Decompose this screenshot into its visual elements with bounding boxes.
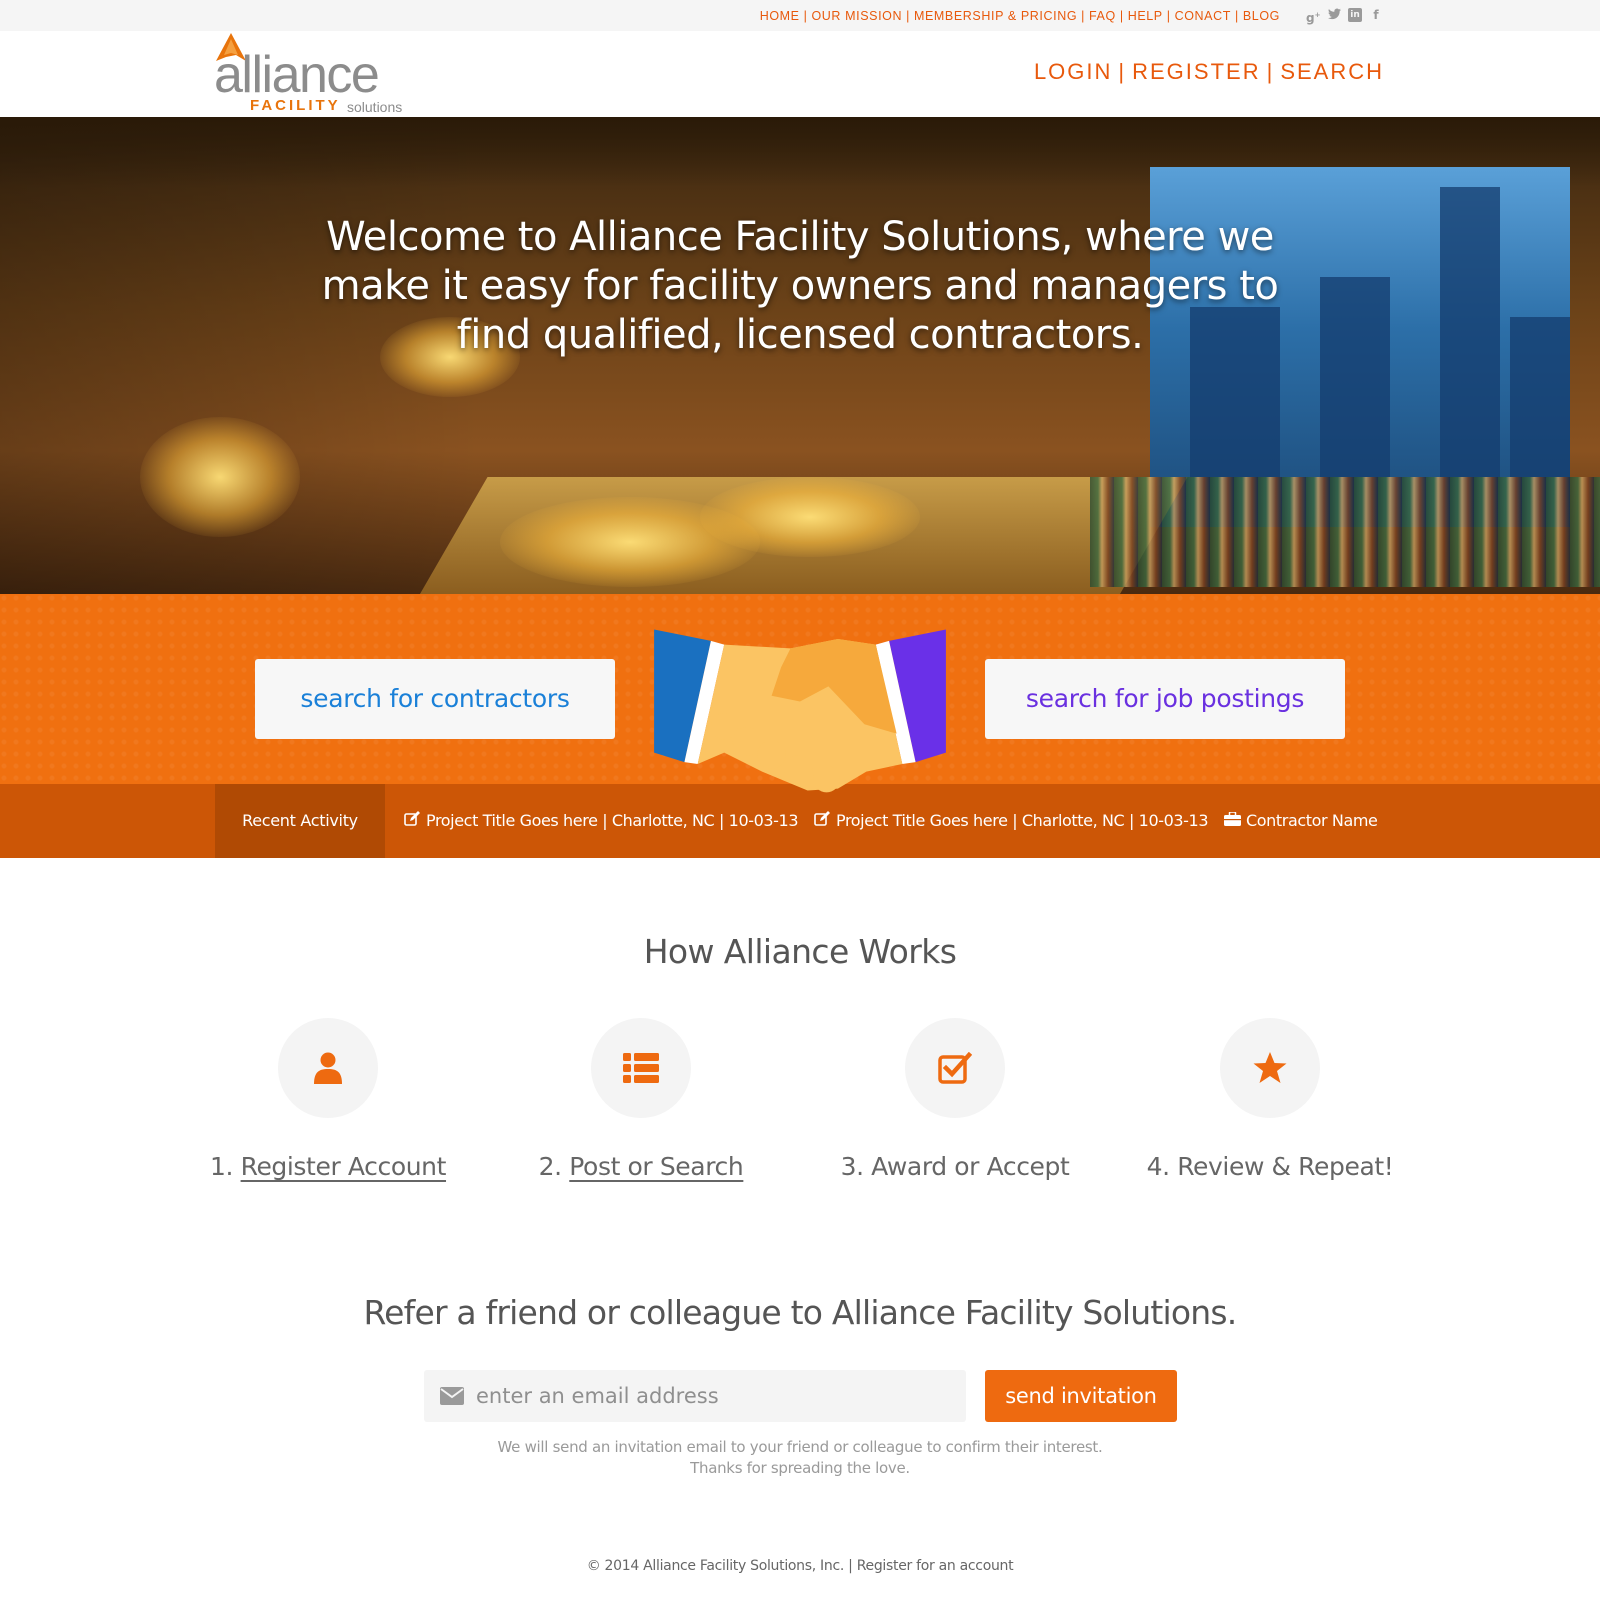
google-plus-icon[interactable]: g+ (1306, 8, 1320, 25)
site-footer: © 2014 Alliance Facility Solutions, Inc.… (586, 1558, 1014, 1574)
facebook-icon[interactable]: f (1369, 8, 1383, 22)
site-logo[interactable]: alliance FACILITY solutions (214, 33, 424, 115)
register-link[interactable]: REGISTER (1132, 59, 1260, 84)
logo-wordmark: alliance (214, 46, 380, 104)
review-and-repeat-label: Review & Repeat! (1177, 1152, 1394, 1181)
recent-activity-label: Recent Activity (215, 784, 385, 858)
top-nav-membership-pricing[interactable]: MEMBERSHIP & PRICING (914, 9, 1077, 23)
site-header: alliance FACILITY solutions LOGIN | REGIST… (0, 31, 1600, 117)
step-review-and-repeat: 4. Review & Repeat! (1120, 1018, 1420, 1181)
envelope-icon (440, 1387, 464, 1405)
top-nav-help[interactable]: HELP (1128, 9, 1163, 23)
refer-note: We will send an invitation email to your… (497, 1438, 1103, 1477)
activity-item-text: Contractor Name (1246, 811, 1378, 830)
list-icon (623, 1053, 659, 1083)
step-icon-circle (1220, 1018, 1320, 1118)
top-nav-blog[interactable]: BLOG (1243, 9, 1280, 23)
twitter-icon[interactable] (1327, 8, 1341, 22)
search-contractors-button[interactable]: search for contractors (255, 659, 615, 739)
hero-bottle-shelf (1090, 477, 1600, 587)
top-nav-contact[interactable]: CONACT (1175, 9, 1231, 23)
logo-facility: FACILITY (250, 97, 341, 114)
main-nav: LOGIN | REGISTER | SEARCH (1033, 59, 1384, 84)
activity-item[interactable]: Contractor Name (1224, 784, 1378, 858)
activity-item-text: Project Title Goes here | Charlotte, NC … (426, 811, 799, 830)
top-nav-our-mission[interactable]: OUR MISSION (811, 9, 902, 23)
step-post-or-search: 2. Post or Search (491, 1018, 791, 1181)
step-award-or-accept: 3. Award or Accept (805, 1018, 1105, 1181)
login-link[interactable]: LOGIN (1034, 59, 1112, 84)
how-it-works-title: How Alliance Works (643, 932, 957, 971)
email-input[interactable] (476, 1370, 956, 1422)
step-icon-circle (591, 1018, 691, 1118)
hero-headline: Welcome to Alliance Facility Solutions, … (321, 214, 1279, 358)
step-icon-circle (905, 1018, 1005, 1118)
edit-icon (404, 784, 422, 858)
top-nav-faq[interactable]: FAQ (1089, 9, 1116, 23)
hero-banner: Welcome to Alliance Facility Solutions, … (0, 117, 1600, 594)
send-invitation-button[interactable]: send invitation (985, 1370, 1177, 1422)
search-job-postings-button[interactable]: search for job postings (985, 659, 1345, 739)
search-link[interactable]: SEARCH (1280, 59, 1384, 84)
copyright-text: © 2014 Alliance Facility Solutions, Inc. (586, 1558, 845, 1574)
checkbox-icon (938, 1052, 972, 1084)
top-nav: HOME | OUR MISSION | MEMBERSHIP & PRICING | FA… (759, 9, 1280, 23)
linkedin-icon[interactable]: in (1348, 8, 1362, 22)
user-icon (314, 1052, 342, 1084)
email-field-wrapper (424, 1370, 966, 1422)
post-or-search-link[interactable]: Post or Search (569, 1152, 743, 1181)
star-icon (1253, 1052, 1287, 1083)
step-icon-circle (278, 1018, 378, 1118)
register-account-footer-link[interactable]: Register for an account (857, 1558, 1014, 1574)
award-or-accept-label: Award or Accept (871, 1152, 1070, 1181)
handshake-icon (654, 629, 946, 793)
top-utility-bar: HOME | OUR MISSION | MEMBERSHIP & PRICING | FA… (0, 0, 1600, 31)
logo-solutions: solutions (347, 99, 403, 115)
social-links: g+ in f (1306, 8, 1383, 25)
step-register-account: 1. Register Account (178, 1018, 478, 1181)
refer-title: Refer a friend or colleague to Alliance … (363, 1293, 1237, 1332)
briefcase-icon (1224, 784, 1242, 858)
top-nav-home[interactable]: HOME (760, 9, 800, 23)
register-account-link[interactable]: Register Account (241, 1152, 447, 1181)
activity-item-text: Project Title Goes here | Charlotte, NC … (836, 811, 1209, 830)
